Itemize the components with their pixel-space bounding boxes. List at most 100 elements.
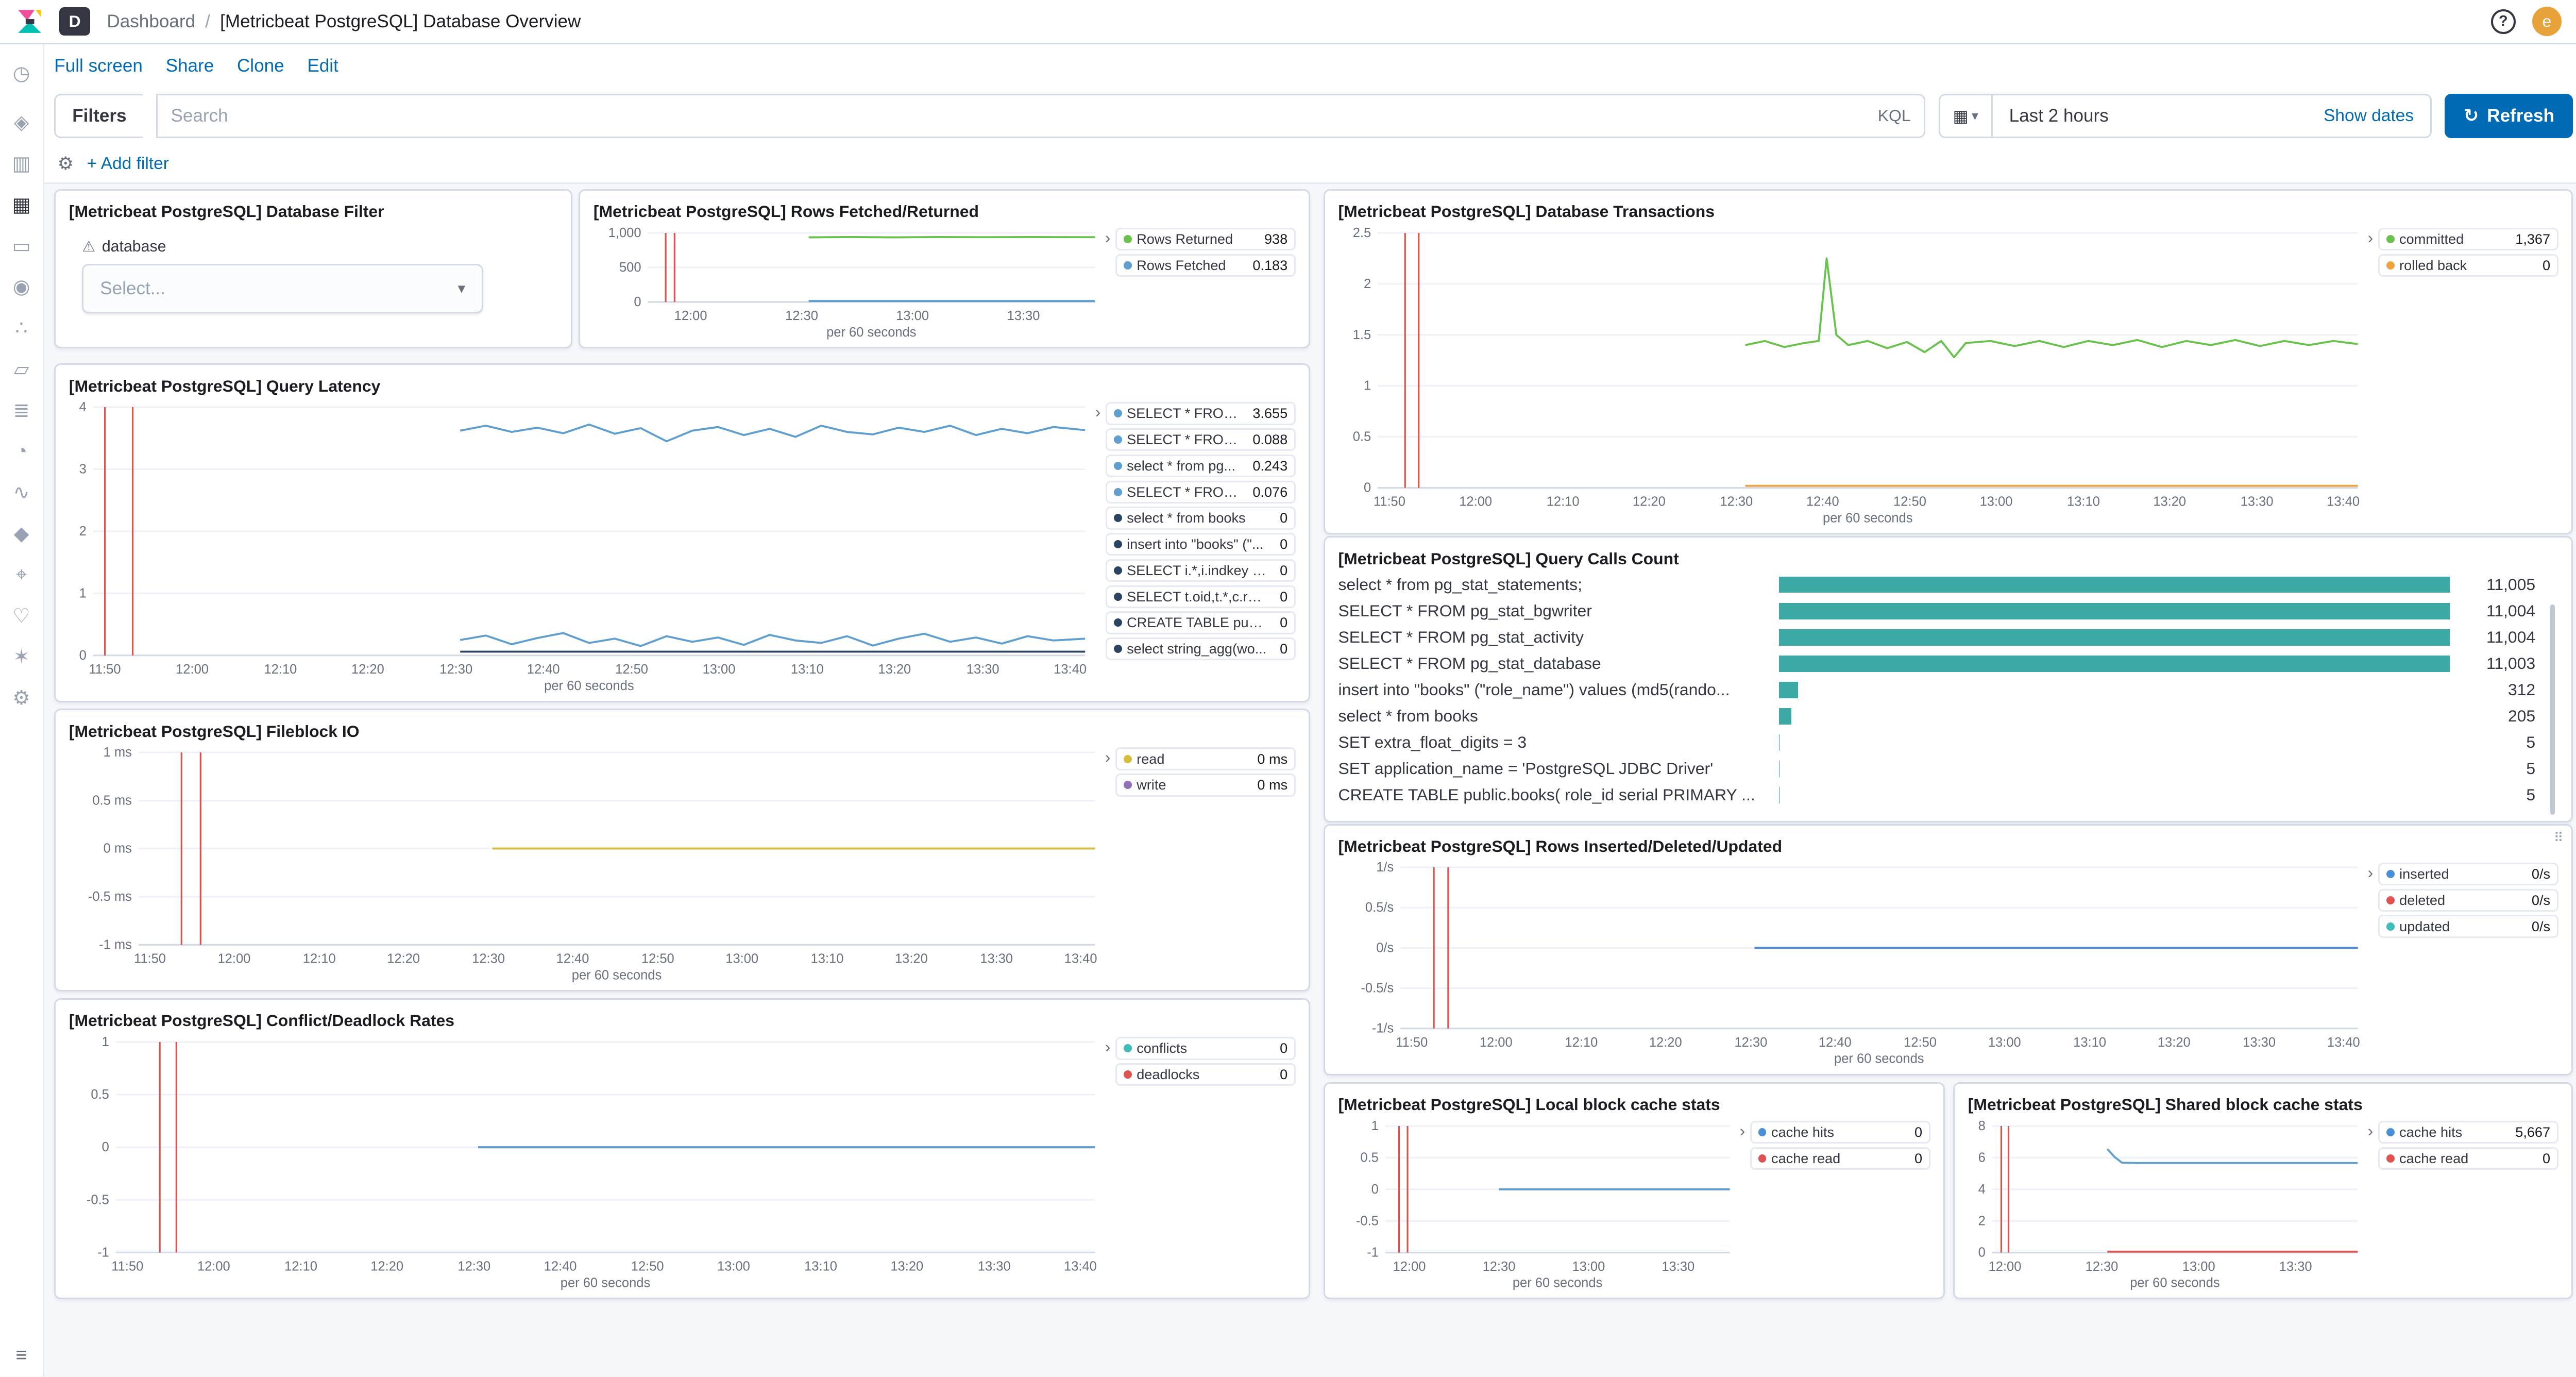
query-calls-value: 11,003 bbox=[2460, 654, 2535, 673]
breadcrumb-dashboard[interactable]: Dashboard bbox=[107, 11, 195, 32]
legend-item[interactable]: deadlocks 0 bbox=[1115, 1063, 1296, 1086]
legend-toggle-icon[interactable]: › bbox=[1105, 228, 1111, 247]
legend-toggle-icon[interactable]: › bbox=[2368, 228, 2374, 247]
legend-toggle-icon[interactable]: › bbox=[1740, 1121, 1745, 1140]
bar-row[interactable]: SELECT * FROM pg_stat_activity 11,004 bbox=[1338, 624, 2536, 650]
elastic-logo[interactable] bbox=[16, 8, 43, 35]
legend-item[interactable]: cache read 0 bbox=[1750, 1147, 1930, 1170]
bar-row[interactable]: CREATE TABLE public.books( role_id seria… bbox=[1338, 782, 2536, 808]
share-link[interactable]: Share bbox=[166, 56, 214, 76]
edit-link[interactable]: Edit bbox=[307, 56, 338, 76]
sidebar-item-logs[interactable]: ≣ bbox=[0, 390, 43, 431]
legend-item[interactable]: select string_agg(wo... 0 bbox=[1106, 637, 1296, 660]
svg-text:-1 ms: -1 ms bbox=[99, 937, 132, 952]
sidebar-item-maps[interactable]: ◉ bbox=[0, 266, 43, 308]
sidebar-item-stack-monitoring[interactable]: ♡ bbox=[0, 595, 43, 636]
legend-item[interactable]: rolled back 0 bbox=[2378, 254, 2558, 277]
line-chart[interactable]: 1/s0.5/s0/s-0.5/s-1/s11:5012:0012:1012:2… bbox=[1338, 859, 2368, 1067]
sidebar-item-icon: ∴ bbox=[15, 316, 27, 340]
svg-text:12:10: 12:10 bbox=[303, 952, 336, 966]
legend-toggle-icon[interactable]: › bbox=[2368, 1121, 2374, 1140]
legend-item[interactable]: SELECT * FROM... 0.076 bbox=[1106, 481, 1296, 503]
bar-row[interactable]: SELECT * FROM pg_stat_bgwriter 11,004 bbox=[1338, 598, 2536, 624]
sidebar-item-uptime[interactable]: ∿ bbox=[0, 472, 43, 513]
legend-item[interactable]: updated 0/s bbox=[2378, 915, 2558, 937]
legend-toggle-icon[interactable]: › bbox=[1095, 402, 1101, 422]
legend-toggle-icon[interactable]: › bbox=[2368, 863, 2374, 882]
sidebar-item-siem[interactable]: ◆ bbox=[0, 513, 43, 555]
legend-item[interactable]: read 0 ms bbox=[1115, 747, 1296, 770]
sidebar-item-infrastructure[interactable]: ▱ bbox=[0, 349, 43, 390]
line-chart[interactable]: 10.50-0.5-112:0012:3013:0013:30per 60 se… bbox=[1338, 1118, 1740, 1291]
bar-row[interactable]: select * from books 205 bbox=[1338, 703, 2536, 729]
legend-item[interactable]: deleted 0/s bbox=[2378, 889, 2558, 912]
legend-item[interactable]: Rows Fetched 0.183 bbox=[1115, 254, 1296, 277]
database-select[interactable]: Select... ▾ bbox=[82, 264, 483, 313]
sidebar-item-recently-viewed[interactable]: ◷ bbox=[0, 53, 43, 94]
legend-item[interactable]: select * from pg... 0.243 bbox=[1106, 455, 1296, 477]
legend-item[interactable]: conflicts 0 bbox=[1115, 1037, 1296, 1060]
bar-row[interactable]: SET application_name = 'PostgreSQL JDBC … bbox=[1338, 755, 2536, 782]
legend-item[interactable]: cache hits 0 bbox=[1750, 1121, 1930, 1144]
show-dates-link[interactable]: Show dates bbox=[2324, 106, 2430, 126]
legend-item[interactable]: SELECT t.oid,t.*,c.rel... 0 bbox=[1106, 585, 1296, 608]
legend-label: read bbox=[1137, 751, 1164, 767]
sidebar-item-icon: ▭ bbox=[12, 234, 30, 258]
panel-options-icon[interactable]: ⠿ bbox=[2554, 830, 2564, 846]
user-avatar[interactable]: e bbox=[2532, 7, 2562, 36]
legend-toggle-icon[interactable]: › bbox=[1105, 747, 1111, 767]
scrollbar[interactable] bbox=[2550, 604, 2555, 815]
bar-row[interactable]: insert into "books" ("role_name") values… bbox=[1338, 677, 2536, 703]
sidebar-item-visualize[interactable]: ▥ bbox=[0, 143, 43, 184]
sidebar-item-dashboard[interactable]: ▦ bbox=[0, 184, 43, 225]
legend-item[interactable]: cache read 0 bbox=[2378, 1147, 2558, 1170]
line-chart[interactable]: 10.50-0.5-111:5012:0012:1012:2012:3012:4… bbox=[69, 1034, 1105, 1291]
line-chart[interactable]: 4321011:5012:0012:1012:2012:3012:4012:50… bbox=[69, 399, 1095, 694]
calendar-icon[interactable]: ▦ ▾ bbox=[1940, 95, 1993, 137]
svg-text:-0.5 ms: -0.5 ms bbox=[88, 889, 132, 904]
legend-item[interactable]: cache hits 5,667 bbox=[2378, 1121, 2558, 1144]
refresh-button[interactable]: ↻ Refresh bbox=[2445, 94, 2573, 138]
sidebar-item-discover[interactable]: ◈ bbox=[0, 102, 43, 143]
add-filter-link[interactable]: + Add filter bbox=[87, 154, 169, 174]
legend-item[interactable]: SELECT * FROM... 3.655 bbox=[1106, 402, 1296, 425]
sidebar-item-apm[interactable]: ◔ bbox=[0, 431, 43, 472]
query-calls-value: 11,004 bbox=[2460, 601, 2535, 620]
clone-link[interactable]: Clone bbox=[237, 56, 284, 76]
svg-text:0.5: 0.5 bbox=[1352, 429, 1370, 444]
legend-toggle-icon[interactable]: › bbox=[1105, 1037, 1111, 1056]
legend-item[interactable]: committed 1,367 bbox=[2378, 228, 2558, 250]
collapse-nav-icon[interactable]: ≡ bbox=[0, 1344, 43, 1367]
panel-title: [Metricbeat PostgreSQL] Database Filter bbox=[69, 202, 557, 221]
sidebar-item-canvas[interactable]: ▭ bbox=[0, 225, 43, 266]
legend-item[interactable]: inserted 0/s bbox=[2378, 863, 2558, 885]
space-badge[interactable]: D bbox=[59, 7, 91, 35]
filter-settings-gear-icon[interactable]: ⚙ bbox=[58, 153, 74, 174]
legend-item[interactable]: insert into "books" ("... 0 bbox=[1106, 533, 1296, 556]
filters-button[interactable]: Filters bbox=[54, 94, 143, 138]
sidebar-item-graph[interactable]: ✶ bbox=[0, 636, 43, 678]
time-range-label[interactable]: Last 2 hours bbox=[1993, 106, 2125, 126]
query-calls-value: 5 bbox=[2460, 733, 2535, 752]
line-chart[interactable]: 8642012:0012:3013:0013:30per 60 seconds bbox=[1968, 1118, 2368, 1291]
legend-item[interactable]: SELECT i.*,i.indkey a... 0 bbox=[1106, 559, 1296, 582]
help-icon[interactable]: ? bbox=[2491, 9, 2516, 34]
legend-value: 0 bbox=[1273, 1040, 1287, 1056]
legend-item[interactable]: write 0 ms bbox=[1115, 774, 1296, 796]
legend-item[interactable]: Rows Returned 938 bbox=[1115, 228, 1296, 250]
sidebar-item-management[interactable]: ⚙ bbox=[0, 678, 43, 719]
legend-item[interactable]: CREATE TABLE publi... 0 bbox=[1106, 611, 1296, 634]
search-input[interactable] bbox=[171, 106, 1877, 126]
bar-row[interactable]: select * from pg_stat_statements; 11,005 bbox=[1338, 572, 2536, 598]
sidebar-item-machine-learning[interactable]: ∴ bbox=[0, 308, 43, 349]
legend-item[interactable]: select * from books 0 bbox=[1106, 507, 1296, 529]
kql-selector[interactable]: KQL bbox=[1878, 106, 1911, 125]
legend-item[interactable]: SELECT * FROM... 0.088 bbox=[1106, 428, 1296, 451]
bar-row[interactable]: SET extra_float_digits = 3 5 bbox=[1338, 729, 2536, 755]
sidebar-item-dev-tools[interactable]: ⌖ bbox=[0, 554, 43, 595]
line-chart[interactable]: 2.521.510.5011:5012:0012:1012:2012:3012:… bbox=[1338, 225, 2368, 527]
line-chart[interactable]: 1 ms0.5 ms0 ms-0.5 ms-1 ms11:5012:0012:1… bbox=[69, 744, 1105, 983]
line-chart[interactable]: 1,000500012:0012:3013:0013:30per 60 seco… bbox=[594, 225, 1105, 341]
full-screen-link[interactable]: Full screen bbox=[54, 56, 143, 76]
bar-row[interactable]: SELECT * FROM pg_stat_database 11,003 bbox=[1338, 650, 2536, 677]
